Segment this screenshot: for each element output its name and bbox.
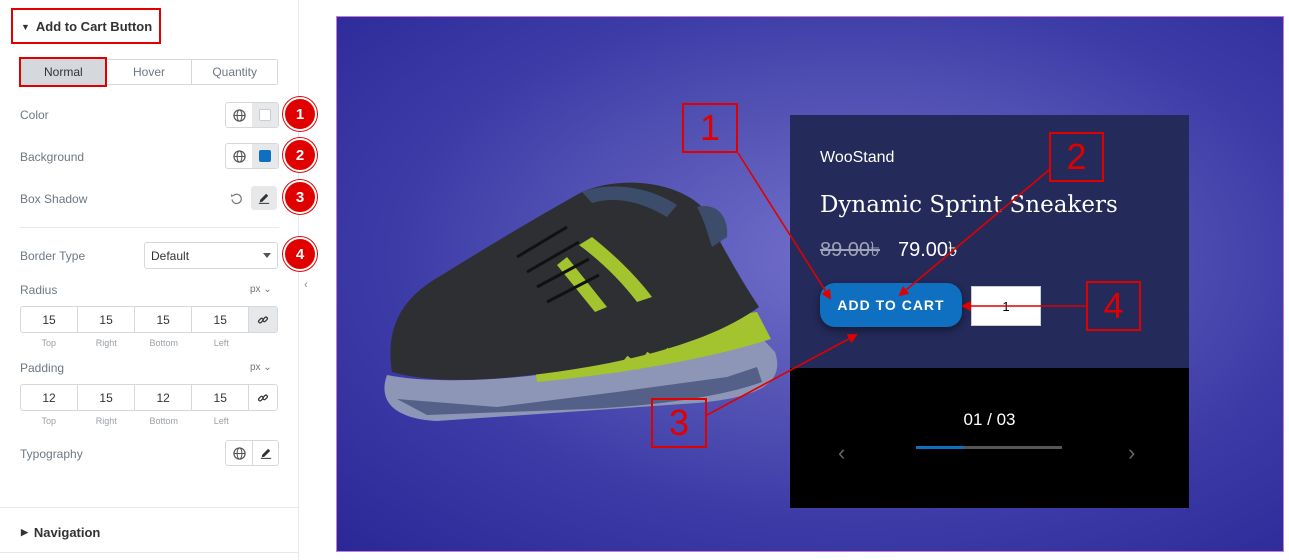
settings-panel: ▼ Add to Cart Button Normal Hover Quanti…	[0, 0, 317, 560]
padding-unit-select[interactable]: px ⌄	[250, 362, 272, 373]
reset-icon[interactable]	[230, 192, 243, 210]
radius-right-input[interactable]: 15	[78, 307, 136, 332]
add-to-cart-button[interactable]: ADD TO CART	[820, 283, 962, 327]
border-type-value: Default	[151, 249, 190, 263]
navigation-section-header[interactable]: ▶ Navigation	[21, 525, 100, 540]
box-shadow-control	[251, 186, 277, 212]
color-picker-button[interactable]	[252, 103, 278, 127]
border-type-select[interactable]: Default	[144, 242, 278, 269]
padding-dim-labels: Top Right Bottom Left	[20, 416, 250, 426]
link-icon[interactable]	[249, 385, 277, 410]
global-icon[interactable]	[226, 103, 252, 127]
padding-unit: px	[250, 362, 261, 373]
slider-navigation: 01 / 03 ‹ ›	[790, 368, 1189, 508]
dim-label-right: Right	[95, 416, 117, 426]
slider-progress-fill	[916, 446, 965, 449]
background-control	[225, 143, 279, 169]
callout-2: 2	[1049, 132, 1104, 182]
padding-left-input[interactable]: 15	[192, 385, 250, 410]
radius-label: Radius	[20, 283, 58, 297]
tab-quantity[interactable]: Quantity	[192, 60, 278, 84]
color-control	[225, 102, 279, 128]
radius-unit: px	[250, 284, 261, 295]
product-title[interactable]: Dynamic Sprint Sneakers	[820, 192, 1118, 218]
badge-2: 2	[283, 138, 317, 172]
radius-bottom-input[interactable]: 15	[135, 307, 193, 332]
dim-label-top: Top	[41, 416, 56, 426]
add-to-cart-section-header[interactable]: ▼ Add to Cart Button	[21, 19, 152, 34]
tab-hover[interactable]: Hover	[106, 60, 193, 84]
padding-right-input[interactable]: 15	[78, 385, 136, 410]
global-icon[interactable]	[226, 441, 252, 465]
callout-1: 1	[682, 103, 738, 153]
radius-unit-select[interactable]: px ⌄	[250, 284, 272, 295]
badge-4: 4	[283, 237, 317, 271]
panel-collapse-handle[interactable]: ‹	[299, 270, 313, 300]
quantity-input[interactable]: 1	[971, 286, 1041, 326]
dim-label-right: Right	[95, 338, 117, 348]
callout-4: 4	[1086, 281, 1141, 331]
background-swatch	[259, 150, 271, 162]
caret-down-icon: ▼	[21, 21, 30, 32]
border-type-label: Border Type	[20, 249, 86, 263]
prev-arrow-icon[interactable]: ‹	[838, 440, 845, 466]
new-price: 79.00৳	[898, 239, 959, 261]
dim-label-left: Left	[213, 416, 229, 426]
radius-top-input[interactable]: 15	[21, 307, 79, 332]
preview-canvas: WooStand Dynamic Sprint Sneakers 89.00৳ …	[336, 16, 1284, 552]
caret-right-icon: ▶	[21, 527, 28, 537]
sneaker-image	[384, 182, 778, 421]
radius-dim-labels: Top Right Bottom Left	[20, 338, 250, 348]
radius-left-input[interactable]: 15	[192, 307, 250, 332]
padding-label: Padding	[20, 361, 65, 375]
chevron-down-icon	[263, 253, 271, 258]
tab-highlight-box	[19, 57, 107, 87]
global-icon[interactable]	[226, 144, 252, 168]
typography-label: Typography	[20, 447, 83, 461]
brand-name: WooStand	[820, 149, 895, 166]
padding-top-input[interactable]: 12	[21, 385, 79, 410]
callout-3: 3	[651, 398, 707, 448]
divider	[0, 552, 299, 553]
old-price: 89.00৳	[820, 239, 881, 261]
chevron-left-icon: ‹	[304, 279, 308, 291]
divider	[20, 227, 279, 228]
navigation-title: Navigation	[33, 525, 101, 540]
dim-label-bottom: Bottom	[149, 338, 178, 348]
color-label: Color	[20, 108, 49, 122]
next-arrow-icon[interactable]: ›	[1128, 440, 1135, 466]
slider-progress	[916, 446, 1062, 449]
badge-3: 3	[283, 180, 317, 214]
background-label: Background	[20, 150, 85, 164]
radius-inputs: 15 15 15 15	[20, 306, 278, 333]
dim-label-bottom: Bottom	[149, 416, 178, 426]
padding-inputs: 12 15 12 15	[20, 384, 278, 411]
section-title: Add to Cart Button	[35, 19, 153, 34]
slide-counter: 01 / 03	[963, 410, 1016, 429]
edit-pencil-icon[interactable]	[252, 441, 278, 465]
edit-pencil-icon[interactable]	[251, 186, 277, 210]
color-swatch	[259, 109, 271, 121]
link-icon[interactable]	[249, 307, 277, 332]
dim-label-top: Top	[41, 338, 56, 348]
typography-control	[225, 440, 279, 466]
dim-label-left: Left	[213, 338, 229, 348]
padding-bottom-input[interactable]: 12	[135, 385, 193, 410]
box-shadow-label: Box Shadow	[20, 192, 88, 206]
divider	[0, 507, 299, 508]
badge-1: 1	[283, 97, 317, 131]
background-picker-button[interactable]	[252, 144, 278, 168]
